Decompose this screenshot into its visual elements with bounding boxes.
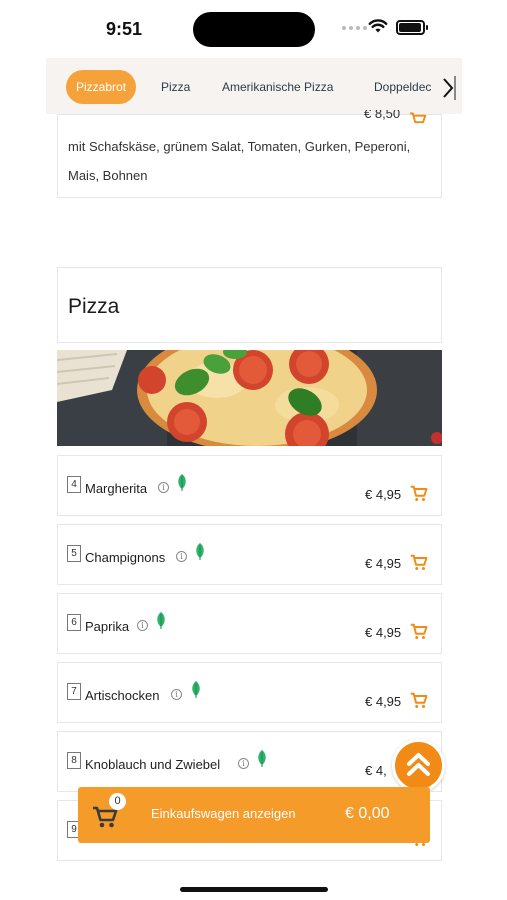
- menu-item[interactable]: 7 Artischocken i € 4,95: [57, 662, 442, 723]
- item-name: Paprika: [85, 619, 130, 634]
- status-bar: 9:51: [0, 0, 507, 56]
- leaf-icon: [157, 612, 165, 629]
- cart-icon[interactable]: [410, 485, 428, 502]
- cart-total: € 0,00: [345, 805, 390, 822]
- battery-icon: [396, 20, 428, 35]
- previous-item-card: mit Schafskäse, grünem Salat, Tomaten, G…: [57, 114, 442, 198]
- item-price: € 4,95: [365, 625, 402, 640]
- item-number: 8: [67, 752, 81, 769]
- tab-pizza[interactable]: Pizza: [161, 70, 190, 104]
- category-tabs: Pizzabrot Pizza Amerikanische Pizza Dopp…: [46, 58, 462, 114]
- info-icon[interactable]: i: [137, 620, 148, 631]
- info-icon[interactable]: i: [238, 758, 249, 769]
- tab-doppeldecker[interactable]: Doppeldec: [374, 70, 431, 104]
- wifi-icon: [368, 19, 388, 33]
- tab-amerikanische-pizza[interactable]: Amerikanische Pizza: [222, 70, 333, 104]
- menu-item[interactable]: 5 Champignons i € 4,95: [57, 524, 442, 585]
- leaf-icon: [178, 474, 186, 491]
- signal-icon: [342, 26, 367, 30]
- item-description: mit Schafskäse, grünem Salat, Tomaten, G…: [68, 139, 411, 154]
- leaf-icon: [258, 750, 266, 767]
- dynamic-island: [193, 12, 315, 47]
- item-price: € 4,: [365, 763, 387, 778]
- pizza-image: [57, 350, 442, 446]
- item-number: 7: [67, 683, 81, 700]
- scroll-to-top-button[interactable]: [392, 739, 445, 792]
- info-icon[interactable]: i: [158, 482, 169, 493]
- item-price: € 4,95: [365, 487, 402, 502]
- section-title: Pizza: [68, 295, 120, 318]
- menu-item[interactable]: 4 Margherita i € 4,95: [57, 455, 442, 516]
- item-price: € 4,95: [365, 694, 402, 709]
- item-price: € 4,95: [365, 556, 402, 571]
- view-cart-button[interactable]: 0 Einkaufswagen anzeigen € 0,00: [78, 787, 430, 843]
- info-icon[interactable]: i: [176, 551, 187, 562]
- item-number: 5: [67, 545, 81, 562]
- item-name: Knoblauch und Zwiebel: [85, 757, 221, 772]
- leaf-icon: [196, 543, 204, 560]
- cart-icon[interactable]: [409, 112, 427, 128]
- status-time: 9:51: [106, 19, 143, 39]
- item-name: Margherita: [85, 481, 148, 496]
- menu-item[interactable]: 8 Knoblauch und Zwiebel i € 4,: [57, 731, 442, 792]
- section-header: Pizza: [57, 267, 442, 343]
- cart-icon[interactable]: [410, 554, 428, 571]
- menu-item[interactable]: 6 Paprika i € 4,95: [57, 593, 442, 654]
- double-chevron-up-icon: [407, 753, 430, 776]
- item-number: 4: [67, 476, 81, 493]
- chevron-right-icon[interactable]: [440, 76, 456, 100]
- item-description-continued: Mais, Bohnen: [68, 168, 148, 183]
- tab-pizzabrot[interactable]: Pizzabrot: [66, 70, 137, 104]
- item-number: 6: [67, 614, 81, 631]
- cart-count-badge: 0: [109, 793, 126, 810]
- home-indicator: [180, 887, 328, 892]
- leaf-icon: [192, 681, 200, 698]
- cart-icon[interactable]: [410, 692, 428, 709]
- info-icon[interactable]: i: [171, 689, 182, 700]
- item-name: Artischocken: [85, 688, 160, 703]
- item-name: Champignons: [85, 550, 166, 565]
- cart-icon[interactable]: [410, 623, 428, 640]
- cart-bar-label: Einkaufswagen anzeigen: [151, 806, 296, 821]
